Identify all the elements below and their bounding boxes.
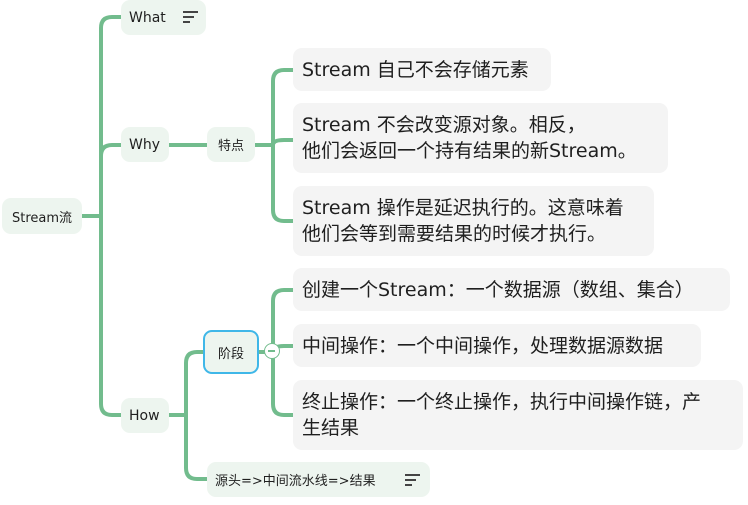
feature-item-1-text: Stream 自己不会存储元素 [302, 57, 529, 83]
stage-item-3-text: 终止操作：一个终止操作，执行中间操作链，产 生结果 [302, 389, 701, 441]
topic-why[interactable]: Why [121, 127, 169, 162]
stage-item-3[interactable]: 终止操作：一个终止操作，执行中间操作链，产 生结果 [293, 380, 743, 450]
link-feature-item-2 [271, 138, 295, 147]
feature-item-2-line-2: 他们会返回一个持有结果的新Stream。 [302, 140, 637, 162]
topic-features-label: 特点 [217, 139, 244, 154]
topic-why-label: Why [129, 136, 161, 153]
note-lines-icon[interactable] [405, 474, 420, 487]
topic-how[interactable]: How [121, 398, 169, 433]
link-feature-item-3 [271, 143, 295, 223]
topic-stages-label: 阶段 [217, 346, 244, 362]
link-root-why [99, 143, 123, 158]
stage-item-3-line-2: 生结果 [302, 417, 360, 439]
note-lines-icon[interactable] [183, 11, 198, 24]
topic-features[interactable]: 特点 [207, 127, 255, 162]
topic-stages[interactable]: 阶段 [203, 330, 259, 374]
stage-item-3-line-1: 终止操作：一个终止操作，执行中间操作链，产 [302, 391, 702, 413]
feature-item-2-line-1: Stream 不会改变源对象。相反， [302, 114, 586, 136]
link-stage-item-3 [271, 350, 295, 417]
topic-how-label: How [129, 407, 160, 424]
feature-item-3-line-2: 他们会等到需要结果的时候才执行。 [302, 223, 607, 245]
feature-item-3[interactable]: Stream 操作是延迟执行的。这意味着 他们会等到需要结果的时候才执行。 [293, 186, 654, 256]
root-node[interactable]: Stream流 [2, 198, 82, 234]
topic-what[interactable]: What [121, 0, 206, 35]
feature-item-3-text: Stream 操作是延迟执行的。这意味着 他们会等到需要结果的时候才执行。 [302, 195, 624, 247]
root-label: Stream流 [11, 210, 73, 226]
link-how-pipeline [184, 413, 209, 481]
link-root-what [99, 15, 123, 218]
feature-item-3-line-1: Stream 操作是延迟执行的。这意味着 [302, 197, 624, 219]
link-feature-item-1 [271, 68, 295, 147]
stage-item-1-text: 创建一个Stream：一个数据源（数组、集合） [302, 277, 694, 303]
feature-item-1-line-1: Stream 自己不会存储元素 [302, 58, 529, 81]
topic-pipeline-label: 源头=>中间流水线=>结果 [215, 474, 376, 489]
topic-what-label: What [129, 9, 166, 26]
link-root-how [99, 214, 123, 417]
stage-item-1-line-1: 创建一个Stream：一个数据源（数组、集合） [302, 278, 694, 301]
feature-item-2[interactable]: Stream 不会改变源对象。相反， 他们会返回一个持有结果的新Stream。 [293, 103, 668, 173]
collapse-toggle-button[interactable] [264, 343, 280, 359]
stage-item-2[interactable]: 中间操作：一个中间操作，处理数据源数据 [293, 324, 701, 367]
topic-pipeline[interactable]: 源头=>中间流水线=>结果 [207, 462, 430, 497]
link-how-stages [184, 350, 205, 417]
stage-item-1[interactable]: 创建一个Stream：一个数据源（数组、集合） [293, 268, 730, 311]
stage-item-2-line-1: 中间操作：一个中间操作，处理数据源数据 [302, 334, 664, 357]
link-stage-item-1 [271, 288, 295, 354]
feature-item-2-text: Stream 不会改变源对象。相反， 他们会返回一个持有结果的新Stream。 [302, 112, 637, 164]
feature-item-1[interactable]: Stream 自己不会存储元素 [293, 48, 551, 91]
stage-item-2-text: 中间操作：一个中间操作，处理数据源数据 [302, 333, 663, 359]
